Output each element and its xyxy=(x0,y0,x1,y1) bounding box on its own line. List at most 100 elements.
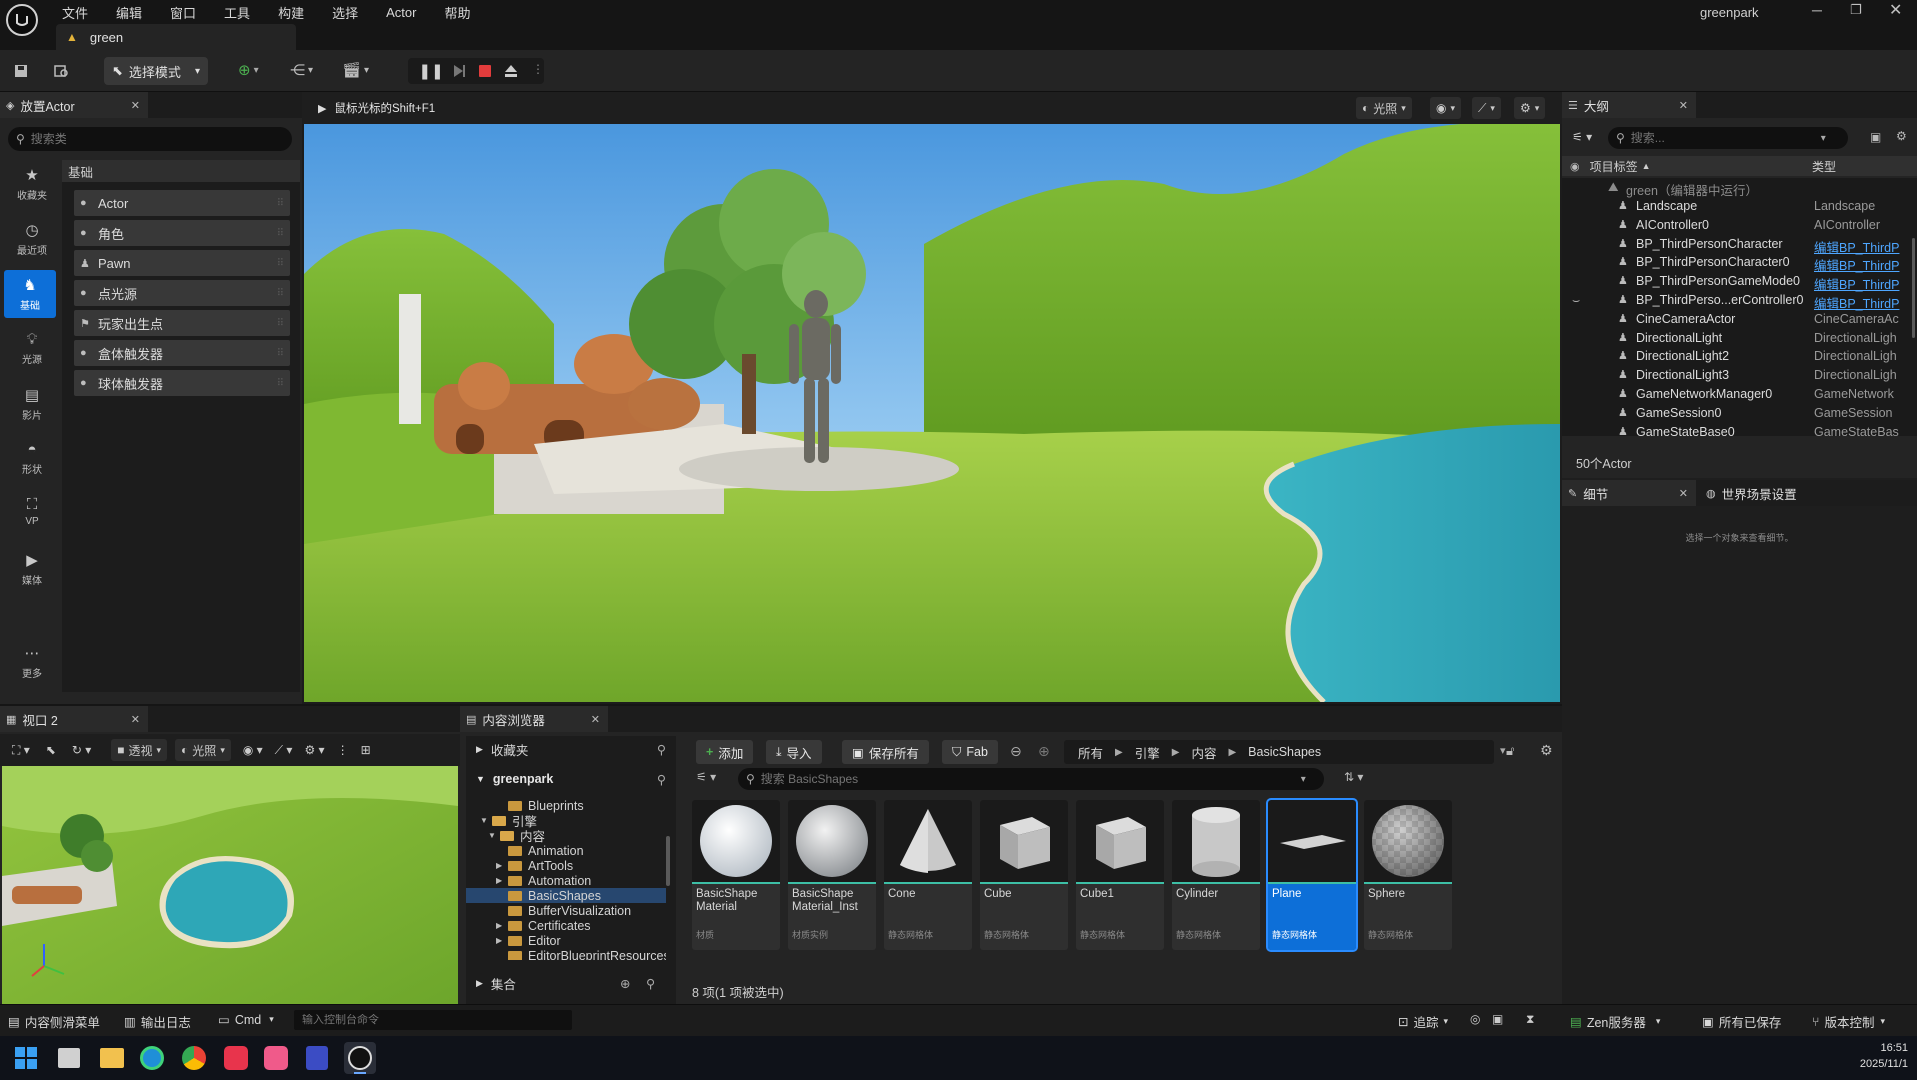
cmd-dropdown[interactable]: ▭ Cmd ▾ xyxy=(218,1012,274,1028)
viewport2-tab[interactable]: ▦ 视口 2 ✕ xyxy=(0,706,148,732)
close-tab-icon[interactable]: ✕ xyxy=(591,713,600,726)
actor-item[interactable]: ♟ Pawn ⠿ xyxy=(74,250,290,276)
outliner-row[interactable]: ♟ DirectionalLight3 DirectionalLigh xyxy=(1562,368,1917,387)
content-browser-tab[interactable]: ▤ 内容浏览器 ✕ xyxy=(460,706,608,732)
outliner-row[interactable]: ♟ GameSession0 GameSession xyxy=(1562,406,1917,425)
category-more[interactable]: ⋯ 更多 xyxy=(4,638,60,686)
add-collection-icon[interactable]: ⊕ xyxy=(620,976,630,991)
path-dropdown-icon[interactable]: ▾ xyxy=(1500,744,1506,757)
file-explorer-icon[interactable] xyxy=(100,1048,124,1068)
menu-item[interactable]: 构建 xyxy=(278,3,304,22)
close-tab-icon[interactable]: ✕ xyxy=(131,713,140,726)
actor-item[interactable]: ● 点光源 ⠿ xyxy=(74,280,290,306)
breadcrumb-item[interactable]: 所有 xyxy=(1078,743,1103,762)
class-search-input[interactable] xyxy=(30,132,271,146)
add-folder-button[interactable]: ▣ xyxy=(1870,130,1881,144)
transform-tool-button[interactable]: ⛶ ▾ xyxy=(12,743,30,758)
outliner-row[interactable]: ♟ Landscape Landscape xyxy=(1562,199,1917,218)
outliner-scrollbar[interactable] xyxy=(1912,238,1915,338)
place-actors-tab[interactable]: ◈ 放置Actor ✕ xyxy=(0,92,148,118)
app-red-icon[interactable] xyxy=(224,1046,248,1070)
actor-item[interactable]: ● Actor ⠿ xyxy=(74,190,290,216)
actor-item[interactable]: ● 盒体触发器 ⠿ xyxy=(74,340,290,366)
edit-blueprint-link[interactable]: 编辑BP_ThirdP xyxy=(1814,255,1902,274)
outliner-row[interactable]: ♟ BP_ThirdPersonCharacter0 编辑BP_ThirdP xyxy=(1562,255,1917,274)
close-tab-icon[interactable]: ✕ xyxy=(1679,487,1688,500)
version-control-button[interactable]: ⑂ 版本控制 ▾ xyxy=(1812,1012,1885,1031)
hourglass-icon[interactable]: ⧗ xyxy=(1526,1012,1534,1027)
viewport-show-button[interactable]: ◉ ▾ xyxy=(1430,97,1462,119)
menu-item[interactable]: 选择 xyxy=(332,3,358,22)
category-basic[interactable]: ♞ 基础 xyxy=(4,270,56,318)
save-all-button[interactable]: ▣ 保存所有 xyxy=(842,740,929,764)
add-actor-button[interactable]: ⊕ ▾ xyxy=(238,61,259,79)
trace-button[interactable]: ⊡ 追踪 ▾ xyxy=(1398,1012,1448,1031)
drag-handle-icon[interactable]: ⠿ xyxy=(277,378,284,389)
menu-item[interactable]: Actor xyxy=(386,5,416,20)
restore-button[interactable]: ❐ xyxy=(1850,2,1862,18)
asset-tile[interactable]: Cone 静态网格体 xyxy=(884,800,972,950)
sort-button[interactable]: ⇅ ▾ xyxy=(1344,770,1363,784)
save-level-button[interactable] xyxy=(8,58,34,84)
rotate-tool-button[interactable]: ↻ ▾ xyxy=(72,743,91,757)
outliner-row[interactable]: ♟ GameNetworkManager0 GameNetwork xyxy=(1562,387,1917,406)
eject-button[interactable] xyxy=(498,58,524,84)
menu-item[interactable]: 编辑 xyxy=(116,3,142,22)
asset-tile[interactable]: Cube 静态网格体 xyxy=(980,800,1068,950)
category-star[interactable]: ★ 收藏夹 xyxy=(4,160,60,208)
app-blue-icon[interactable] xyxy=(306,1046,328,1070)
viewport-transform-button[interactable]: ⟋ ▾ xyxy=(1472,97,1501,119)
layout-icon[interactable]: ⊞ xyxy=(361,743,371,757)
search-icon[interactable]: ⚲ xyxy=(657,772,666,787)
close-tab-icon[interactable]: ✕ xyxy=(131,99,140,112)
menu-item[interactable]: 窗口 xyxy=(170,3,196,22)
drag-handle-icon[interactable]: ⠿ xyxy=(277,288,284,299)
expand-right-icon[interactable]: ▶ xyxy=(496,936,502,945)
column-item-label[interactable]: 项目标签 xyxy=(1590,158,1638,175)
close-window-button[interactable]: ✕ xyxy=(1889,0,1902,20)
actor-item[interactable]: ● 角色 ⠿ xyxy=(74,220,290,246)
outliner-row[interactable]: ♟ CineCameraActor CineCameraAc xyxy=(1562,312,1917,331)
drag-handle-icon[interactable]: ⠿ xyxy=(277,228,284,239)
level-tab[interactable]: ▲ green xyxy=(56,24,296,50)
folder-item[interactable]: BufferVisualization xyxy=(466,903,666,918)
record-icon[interactable]: ◎ xyxy=(1470,1012,1480,1026)
actor-item[interactable]: ● 球体触发器 ⠿ xyxy=(74,370,290,396)
asset-tile[interactable]: Plane 静态网格体 xyxy=(1266,798,1358,952)
outliner-row[interactable]: ♟ DirectionalLight DirectionalLigh xyxy=(1562,331,1917,350)
import-button[interactable]: ⤓ 导入 xyxy=(766,740,822,764)
lock-icon[interactable]: 🔓︎ xyxy=(1506,743,1514,759)
console-input-box[interactable] xyxy=(294,1010,572,1030)
unreal-taskbar-button[interactable] xyxy=(344,1042,376,1074)
details-tab[interactable]: ✎ 细节 ✕ xyxy=(1562,480,1696,506)
outliner-settings-button[interactable]: ⚙ xyxy=(1896,129,1907,143)
asset-tile[interactable]: Cylinder 静态网格体 xyxy=(1172,800,1260,950)
outliner-row[interactable]: ♟ BP_ThirdPersonCharacter 编辑BP_ThirdP xyxy=(1562,237,1917,256)
chrome-browser-icon[interactable] xyxy=(182,1046,206,1070)
edge-browser-icon[interactable] xyxy=(140,1046,164,1070)
menu-item[interactable]: 工具 xyxy=(224,3,250,22)
show-flags-button[interactable]: ◉ ▾ xyxy=(243,743,263,757)
app-pink-icon[interactable] xyxy=(264,1046,288,1070)
folder-item[interactable]: ▶ Certificates xyxy=(466,918,666,933)
eye-closed-icon[interactable]: ⌣ xyxy=(1572,293,1580,308)
console-input[interactable] xyxy=(302,1014,562,1026)
edit-blueprint-link[interactable]: 编辑BP_ThirdP xyxy=(1814,237,1902,256)
folder-item[interactable]: ▼ 内容 xyxy=(466,828,666,844)
minimize-button[interactable]: ─ xyxy=(1812,2,1822,18)
outliner-tab[interactable]: ☰ 大纲 ✕ xyxy=(1562,92,1696,118)
level-row[interactable]: ⛰ green（编辑器中运行） xyxy=(1562,180,1917,199)
drag-handle-icon[interactable]: ⠿ xyxy=(277,198,284,209)
outliner-row[interactable]: ♟ AIController0 AIController xyxy=(1562,218,1917,237)
asset-tile[interactable]: Cube1 静态网格体 xyxy=(1076,800,1164,950)
folder-item[interactable]: Blueprints xyxy=(466,800,666,813)
category-film[interactable]: ▤ 影片 xyxy=(4,380,60,428)
viewport-lighting-button[interactable]: ◐ 光照 ▾ xyxy=(1356,97,1412,119)
viewport2-lighting-button[interactable]: ◐ 光照 ▾ xyxy=(175,739,231,761)
menu-item[interactable]: 文件 xyxy=(62,3,88,22)
asset-filter-button[interactable]: ⚟ ▾ xyxy=(696,770,716,784)
column-type[interactable]: 类型 xyxy=(1812,158,1836,175)
output-log-button[interactable]: ▥ 输出日志 xyxy=(124,1012,191,1031)
asset-tile[interactable]: Sphere 静态网格体 xyxy=(1364,800,1452,950)
play-options-icon[interactable]: ⋮ xyxy=(532,62,544,76)
